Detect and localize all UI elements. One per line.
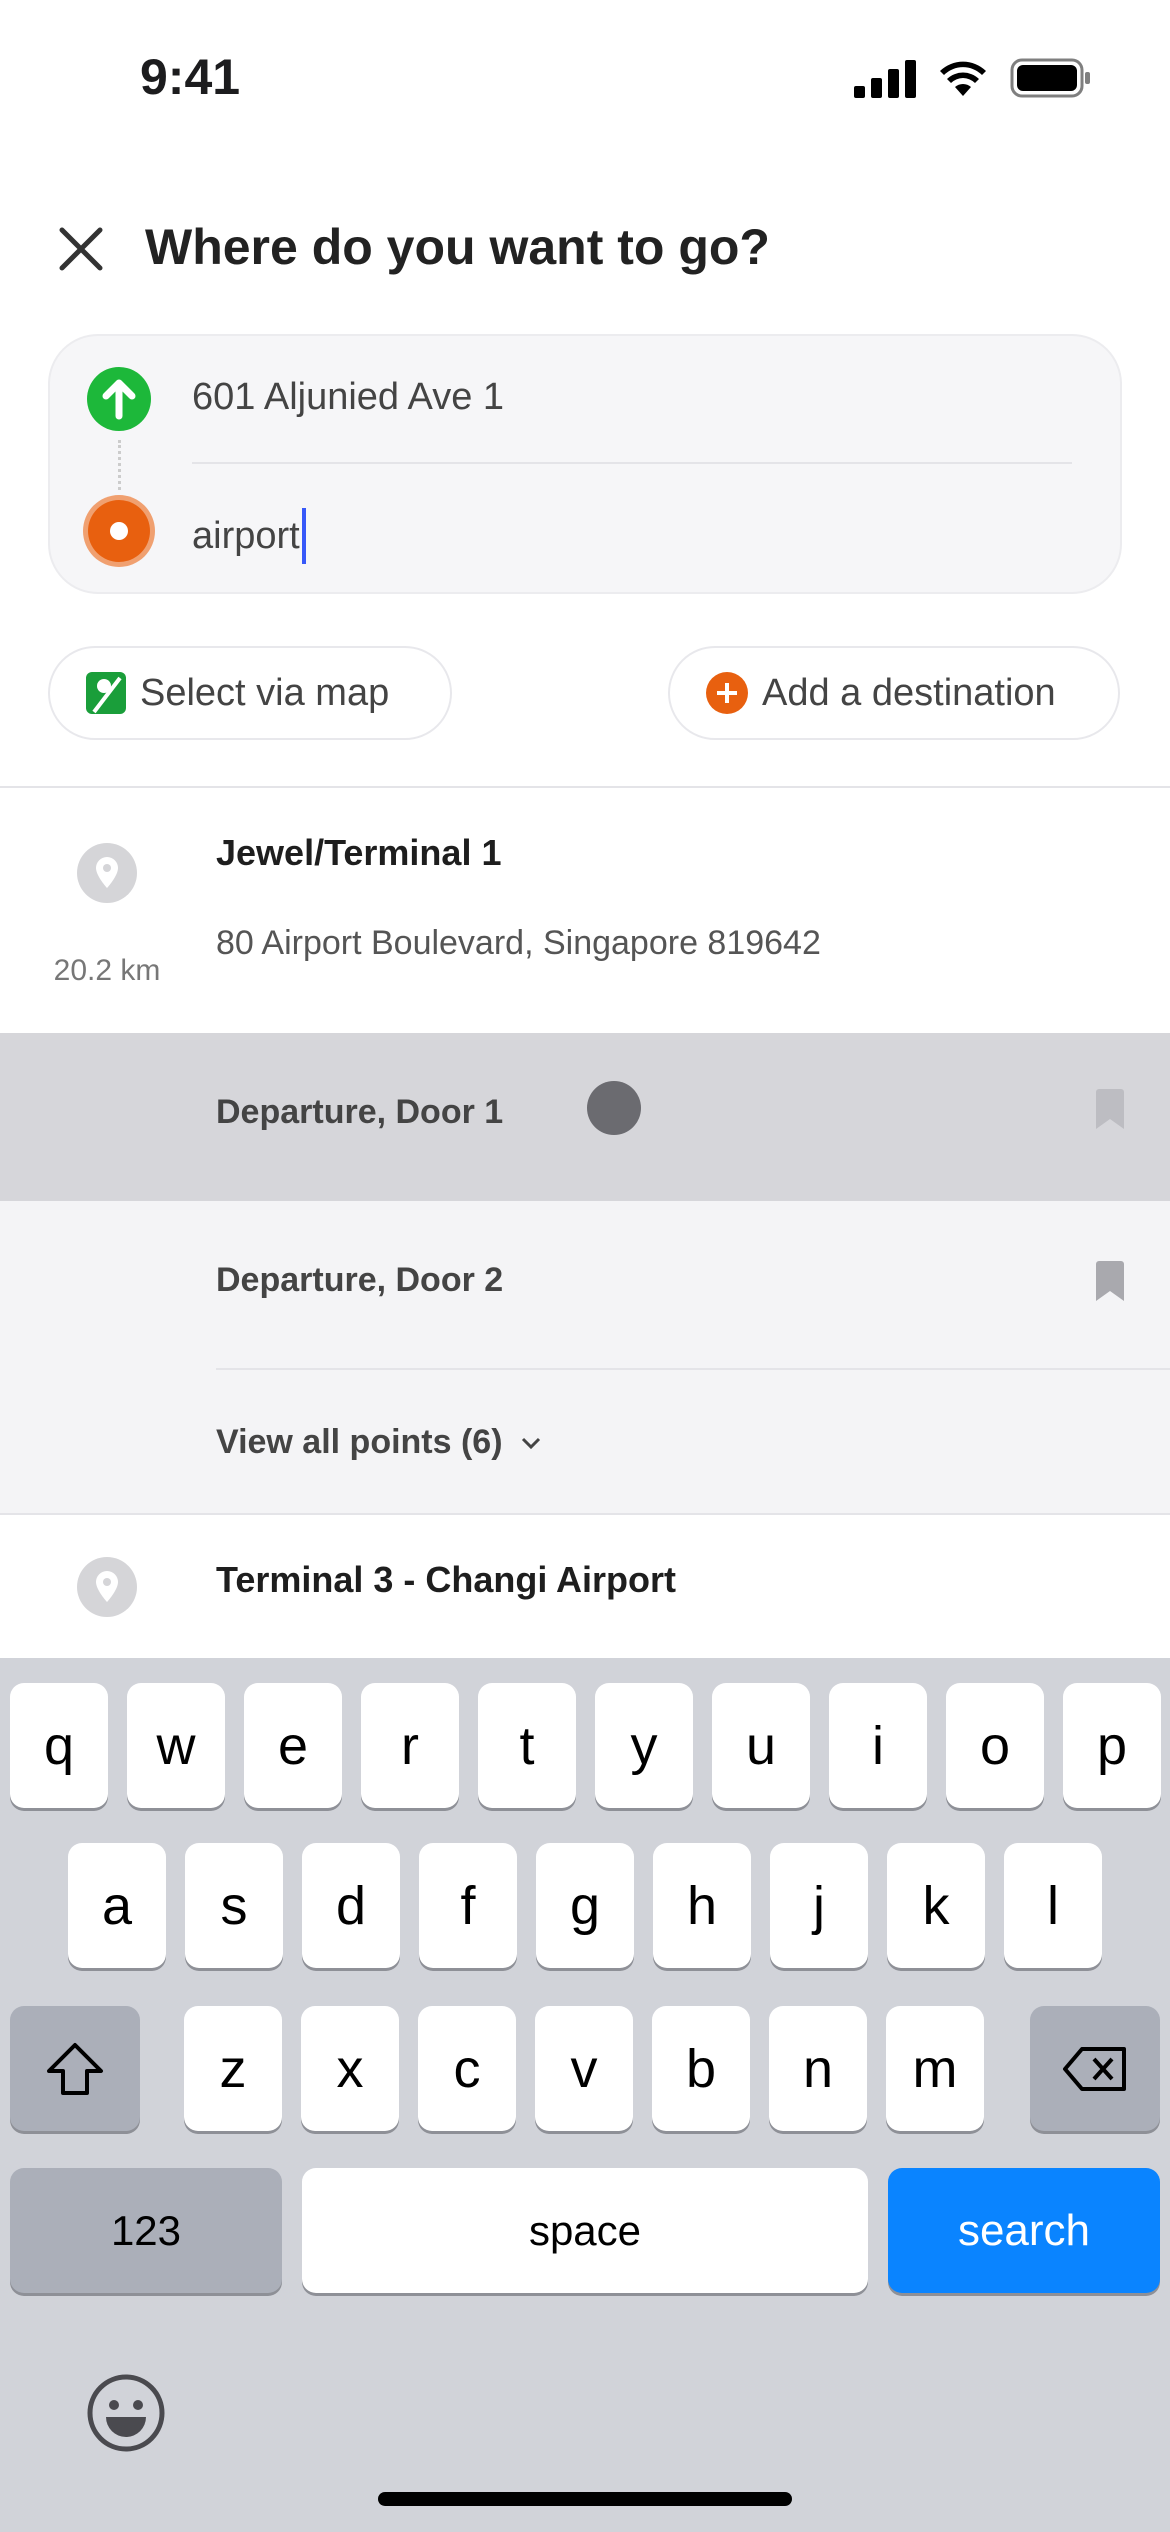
key-r[interactable]: r	[361, 1683, 459, 1808]
field-divider	[192, 462, 1072, 464]
result-item[interactable]: Jewel/Terminal 1 80 Airport Boulevard, S…	[0, 788, 1170, 1033]
key-h[interactable]: h	[653, 1843, 751, 1968]
key-i[interactable]: i	[829, 1683, 927, 1808]
origin-input[interactable]: 601 Aljunied Ave 1	[192, 376, 504, 419]
select-via-map-button[interactable]: Select via map	[48, 646, 452, 740]
sub-point-item[interactable]: Departure, Door 1	[0, 1033, 1170, 1201]
destination-value: airport	[192, 514, 300, 557]
sub-point-item[interactable]: Departure, Door 2	[0, 1201, 1170, 1369]
key-d[interactable]: d	[302, 1843, 400, 1968]
select-via-map-label: Select via map	[140, 671, 390, 714]
origin-arrow-icon	[87, 367, 151, 431]
key-l[interactable]: l	[1004, 1843, 1102, 1968]
key-k[interactable]: k	[887, 1843, 985, 1968]
key-z[interactable]: z	[184, 2006, 282, 2131]
key-b[interactable]: b	[652, 2006, 750, 2131]
key-m[interactable]: m	[886, 2006, 984, 2131]
sub-point-label: Departure, Door 1	[216, 1093, 504, 1131]
key-c[interactable]: c	[418, 2006, 516, 2131]
view-all-points-button[interactable]: View all points (6)	[216, 1423, 541, 1462]
emoji-icon[interactable]	[86, 2373, 166, 2453]
key-j[interactable]: j	[770, 1843, 868, 1968]
location-pin-icon	[77, 1557, 137, 1617]
backspace-key[interactable]	[1030, 2006, 1160, 2131]
key-p[interactable]: p	[1063, 1683, 1161, 1808]
shift-key[interactable]	[10, 2006, 140, 2131]
sub-points-panel: Departure, Door 2 View all points (6)	[0, 1201, 1170, 1514]
divider	[216, 1368, 1170, 1370]
key-y[interactable]: y	[595, 1683, 693, 1808]
touch-indicator	[587, 1081, 641, 1135]
route-connector	[118, 440, 122, 490]
key-q[interactable]: q	[10, 1683, 108, 1808]
key-f[interactable]: f	[419, 1843, 517, 1968]
numbers-key[interactable]: 123	[10, 2168, 282, 2293]
result-title: Terminal 3 - Changi Airport	[216, 1559, 677, 1600]
map-pin-icon	[86, 672, 126, 714]
result-address: 80 Airport Boulevard, Singapore 819642	[216, 924, 821, 962]
battery-icon	[1010, 58, 1090, 98]
add-destination-label: Add a destination	[762, 671, 1056, 714]
key-t[interactable]: t	[478, 1683, 576, 1808]
text-cursor	[301, 508, 306, 564]
key-v[interactable]: v	[535, 2006, 633, 2131]
key-n[interactable]: n	[769, 2006, 867, 2131]
home-indicator	[378, 2492, 792, 2506]
key-w[interactable]: w	[127, 1683, 225, 1808]
wifi-icon	[940, 61, 986, 96]
cellular-signal-icon	[854, 60, 916, 98]
close-icon[interactable]	[58, 226, 104, 272]
destination-dot-icon	[83, 495, 155, 567]
key-o[interactable]: o	[946, 1683, 1044, 1808]
result-title: Jewel/Terminal 1	[216, 832, 502, 873]
result-item[interactable]: Terminal 3 - Changi Airport	[0, 1515, 1170, 1658]
backspace-icon	[1063, 2046, 1126, 2091]
keyboard: 123 space search qwertyuiop asdfghjkl zxcv…	[0, 1658, 1170, 2532]
key-e[interactable]: e	[244, 1683, 342, 1808]
bookmark-icon[interactable]	[1096, 1261, 1124, 1301]
location-pin-icon	[77, 843, 137, 903]
add-destination-button[interactable]: Add a destination	[668, 646, 1120, 740]
status-time: 9:41	[140, 49, 241, 105]
shift-icon	[47, 2042, 103, 2095]
sub-point-label: Departure, Door 2	[216, 1261, 504, 1299]
destination-input[interactable]: airport	[192, 508, 306, 564]
key-a[interactable]: a	[68, 1843, 166, 1968]
chevron-down-icon	[521, 1437, 540, 1449]
key-g[interactable]: g	[536, 1843, 634, 1968]
add-circle-icon	[706, 672, 748, 714]
bookmark-icon[interactable]	[1096, 1089, 1124, 1129]
key-s[interactable]: s	[185, 1843, 283, 1968]
page-title: Where do you want to go?	[145, 219, 770, 275]
result-distance: 20.2 km	[53, 954, 161, 987]
key-u[interactable]: u	[712, 1683, 810, 1808]
view-all-label: View all points (6)	[216, 1423, 503, 1461]
space-key[interactable]: space	[302, 2168, 868, 2293]
search-key[interactable]: search	[888, 2168, 1160, 2293]
key-x[interactable]: x	[301, 2006, 399, 2131]
